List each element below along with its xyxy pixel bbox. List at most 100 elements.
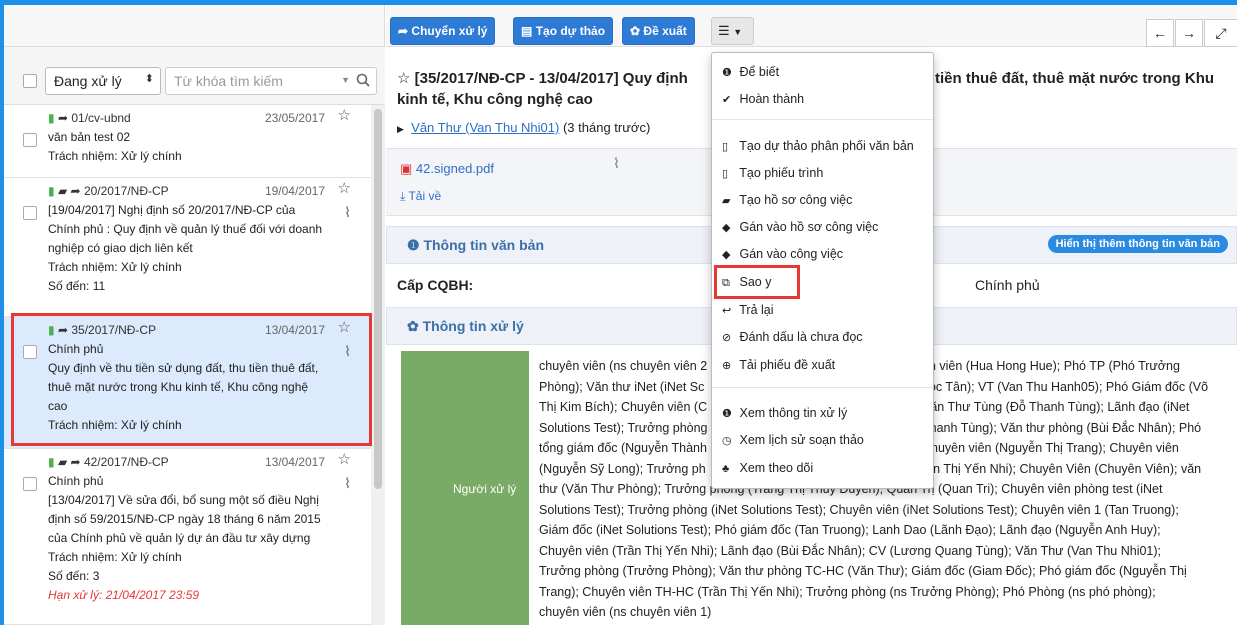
menu-label: Tạo hồ sơ công việc: [739, 193, 853, 207]
handler-line: Giám đốc (iNet Solutions Test); Phó giám…: [539, 523, 1161, 537]
menu-item-xem-theo-doi[interactable]: ♣ Xem theo dõi: [722, 461, 813, 475]
menu-label: Để biết: [739, 65, 780, 79]
process-section-title: Thông tin xử lý: [422, 318, 524, 334]
gear-icon: ✿: [407, 318, 419, 334]
clock-icon: ◷: [722, 435, 732, 447]
left-header: [4, 5, 384, 47]
propose-label: Đề xuất: [643, 24, 687, 38]
gear-icon: ✿: [630, 24, 641, 38]
menu-item-hoan-thanh[interactable]: ✔ Hoàn thành: [722, 92, 804, 106]
doc-code: 01/cv-ubnd: [71, 111, 131, 125]
menu-item-xem-thong-tin[interactable]: ❶ Xem thông tin xử lý: [722, 406, 847, 420]
item-checkbox[interactable]: [23, 477, 37, 491]
attachment-link[interactable]: ▣ 42.signed.pdf: [400, 161, 494, 177]
item-checkbox[interactable]: [23, 206, 37, 220]
menu-item-tao-du-thao-phan-phoi[interactable]: ▯ Tạo dự thảo phân phối văn bản: [722, 139, 914, 153]
item-body: Chính phủ [13/04/2017] Về sửa đổi, bổ su…: [48, 472, 327, 605]
cqbh-value: Chính phủ: [975, 277, 1040, 293]
highlight-selected-item: [11, 313, 372, 446]
reply-icon: ↩: [722, 305, 732, 317]
menu-divider: [712, 387, 933, 388]
item-body: [19/04/2017] Nghị định số 20/2017/NĐ-CP …: [48, 201, 327, 296]
download-icon: ⊕: [722, 360, 732, 372]
star-icon[interactable]: ☆: [338, 106, 351, 125]
info-icon: ❶: [722, 67, 732, 79]
menu-label: Trả lại: [739, 303, 774, 317]
item-checkbox[interactable]: [23, 133, 37, 147]
item-header: ▮ ▰ ➦ 20/2017/NĐ-CP: [48, 182, 169, 201]
menu-item-xem-lich-su[interactable]: ◷ Xem lịch sử soạn thảo: [722, 433, 864, 447]
sender-line: ▶ Văn Thư (Van Thu Nhi01) (3 tháng trước…: [397, 120, 650, 135]
handler-line: Thị Kim Bích); Chuyên viên (C: [539, 400, 708, 414]
propose-button[interactable]: ✿ Đề xuất: [622, 17, 695, 45]
doc-deadline: Hạn xử lý: 21/04/2017 23:59: [48, 588, 200, 602]
handler-label-cell: Người xử lý: [401, 351, 529, 625]
star-icon[interactable]: ☆: [397, 70, 410, 87]
menu-item-gan-cong-viec[interactable]: ◆ Gán vào công việc: [722, 247, 843, 261]
arrow-right-icon: →: [1182, 25, 1196, 41]
select-all-checkbox[interactable]: [23, 74, 37, 88]
select-arrows-icon: ⬍: [144, 73, 154, 85]
forward-icon: ➦: [70, 455, 81, 469]
menu-item-tao-ho-so[interactable]: ▰ Tạo hồ sơ công việc: [722, 193, 852, 207]
item-header: ▮ ➦ 01/cv-ubnd: [48, 109, 131, 128]
list-item[interactable]: ▮ ▰ ➦ 20/2017/NĐ-CP 19/04/2017 ☆ ⌇ [19/0…: [4, 178, 371, 317]
menu-item-danh-dau-chua-doc[interactable]: ⊘ Đánh dấu là chưa đọc: [722, 330, 863, 344]
handler-line: Văn Thư Tùng (Đỗ Thanh Tùng); Lãnh đạo (…: [922, 400, 1190, 414]
list-item[interactable]: ▮ ➦ 01/cv-ubnd 23/05/2017 ☆ văn bản test…: [4, 105, 371, 178]
handler-line: (Nguyễn Sỹ Long); Trưởng ph: [539, 461, 706, 476]
list-item[interactable]: ▮ ▰ ➦ 42/2017/NĐ-CP 13/04/2017 ☆ ⌇ Chính…: [4, 449, 371, 625]
eye-slash-icon: ⊘: [722, 332, 732, 344]
search-icon[interactable]: [356, 73, 370, 87]
doc-summary: nghiệp có giao dịch liên kết: [48, 241, 193, 255]
menu-label: Hoàn thành: [739, 92, 805, 106]
handler-line: rần Thị Yến Nhi); Chuyên Viên (Chuyên Vi…: [922, 461, 1202, 476]
doc-summary: [19/04/2017] Nghị định số 20/2017/NĐ-CP …: [48, 203, 296, 217]
caret-down-icon: ▼: [733, 27, 743, 37]
transfer-button[interactable]: ➦ Chuyển xử lý: [390, 17, 496, 45]
list-scrollbar[interactable]: [371, 105, 385, 625]
menu-divider: [712, 119, 933, 120]
star-icon[interactable]: ☆: [338, 450, 351, 469]
next-button[interactable]: →: [1175, 19, 1203, 47]
item-body: văn bản test 02 Trách nhiệm: Xử lý chính: [48, 128, 327, 166]
scrollbar-thumb[interactable]: [374, 109, 382, 489]
menu-label: Đánh dấu là chưa đọc: [739, 330, 863, 344]
menu-item-tao-phieu-trinh[interactable]: ▯ Tạo phiếu trình: [722, 166, 823, 180]
handler-line: tổng giám đốc (Nguyễn Thành: [539, 441, 707, 455]
more-menu-button[interactable]: ☰ ▼: [711, 17, 754, 45]
doc-incoming-number: Số đến: 11: [48, 279, 106, 293]
handler-line: Solutions Test); Trưởng phòng: [539, 420, 708, 435]
doc-responsibility: Trách nhiệm: Xử lý chính: [48, 149, 182, 163]
sender-link[interactable]: Văn Thư (Van Thu Nhi01): [411, 120, 559, 135]
star-icon[interactable]: ☆: [338, 179, 351, 198]
menu-item-tra-lai[interactable]: ↩ Trả lại: [722, 303, 774, 317]
show-more-badge[interactable]: Hiển thị thêm thông tin văn bản: [1047, 235, 1228, 253]
expand-icon: ⤢: [1215, 25, 1227, 41]
handler-line: Trưởng phòng (Trưởng Phòng); Văn thư phò…: [539, 564, 1187, 578]
menu-item-gan-ho-so[interactable]: ◆ Gán vào hồ sơ công việc: [722, 220, 878, 234]
create-draft-button[interactable]: ▤ Tạo dự thảo: [513, 17, 614, 45]
draft-label: Tạo dự thảo: [535, 24, 606, 38]
filter-bar: Đang xử lý ⬍ Từ khóa tìm kiếm ▼: [4, 47, 385, 105]
menu-label: Gán vào công việc: [739, 247, 844, 261]
detail-toolbar: ➦ Chuyển xử lý ▤ Tạo dự thảo ✿ Đề xuất ☰…: [386, 5, 1237, 47]
file-icon: ▮: [48, 455, 55, 469]
status-select[interactable]: Đang xử lý ⬍: [45, 67, 161, 95]
download-link[interactable]: ⤓ Tải về: [400, 189, 441, 204]
menu-label: Tạo phiếu trình: [739, 166, 824, 180]
paperclip-icon: ⌇: [344, 204, 351, 220]
caret-down-icon[interactable]: ▼: [341, 75, 350, 85]
fullscreen-button[interactable]: ⤢: [1204, 19, 1237, 47]
handler-line: Thanh Tùng); Văn thư phòng (Bùi Đắc Nhân…: [922, 420, 1202, 435]
paperclip-icon: ⌇: [344, 475, 351, 491]
caret-right-icon[interactable]: ▶: [397, 124, 404, 134]
search-input[interactable]: Từ khóa tìm kiếm ▼: [165, 67, 377, 95]
handler-line: Phòng); Văn thư iNet (iNet Sc: [539, 379, 705, 394]
prev-button[interactable]: ←: [1146, 19, 1174, 47]
menu-label: Tải phiếu đề xuất: [739, 358, 836, 372]
menu-item-tai-phieu[interactable]: ⊕ Tải phiếu đề xuất: [722, 358, 835, 372]
highlight-sao-y: [714, 265, 800, 299]
doc-date: 13/04/2017: [264, 455, 325, 469]
menu-item-de-biet[interactable]: ❶ Để biết: [722, 65, 779, 79]
